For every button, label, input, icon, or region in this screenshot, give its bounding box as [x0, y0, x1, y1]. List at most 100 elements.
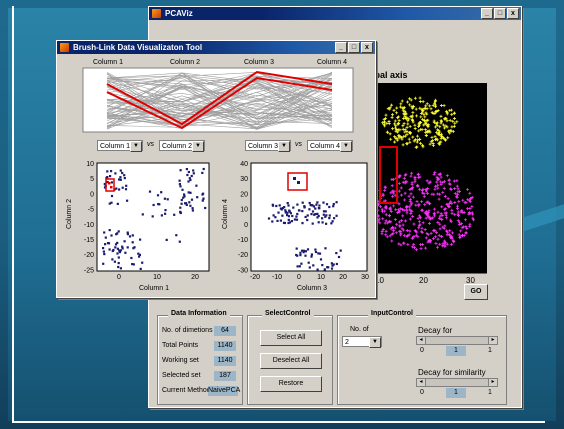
left-x-tick: 20 [191, 274, 199, 281]
scatter-point [178, 183, 181, 186]
scatter-point [295, 247, 298, 250]
left-x-column-value: Column 1 [100, 143, 130, 150]
right-scatter-area [250, 162, 368, 272]
scatter-point [325, 203, 329, 206]
scatter-point [126, 231, 129, 234]
scatter-point [126, 199, 129, 202]
scatter-point [185, 168, 188, 171]
scatter-point [138, 253, 141, 256]
scatter-point [111, 258, 114, 261]
scatter-point [113, 260, 116, 263]
select-all-button[interactable]: Select All [260, 330, 322, 346]
maximize-button[interactable]: □ [348, 42, 360, 53]
brush-link-title: Brush-Link Data Visualizaton Tool [73, 43, 203, 52]
scatter-point [121, 171, 124, 175]
scatter-point [310, 253, 313, 256]
scatter-point [156, 194, 160, 197]
scatter-point [333, 217, 336, 220]
scatter-point [189, 191, 192, 194]
close-button[interactable]: x [507, 8, 519, 19]
minimize-button[interactable]: _ [481, 8, 493, 19]
axis-label-column-4: Column 4 [317, 59, 347, 66]
chevron-down-icon[interactable]: ▼ [369, 337, 381, 348]
scatter-point [297, 209, 301, 212]
deselect-all-button[interactable]: Deselect All [260, 353, 322, 369]
decay-slider[interactable]: ◂ ▸ [416, 336, 498, 345]
data-information-group: Data Information No. of dimetions 64 Total… [157, 310, 243, 405]
scatter-point [296, 254, 299, 257]
scatter-point [106, 176, 109, 179]
scatter-point [114, 172, 117, 175]
scatter-point [190, 174, 193, 178]
left-x-tick: 0 [117, 274, 121, 281]
scatter-point [124, 251, 127, 254]
scatter-point [301, 222, 304, 225]
scatter-point [296, 265, 299, 268]
no-of-select[interactable]: 2 ▼ [342, 336, 382, 348]
slider-left-arrow-icon[interactable]: ◂ [417, 379, 426, 386]
left-y-column-select[interactable]: Column 2 ▼ [159, 140, 205, 152]
scatter-point [139, 267, 142, 270]
right-y-tick: 20 [240, 191, 248, 198]
matlab-logo-icon [60, 43, 69, 52]
brush-link-titlebar[interactable]: Brush-Link Data Visualizaton Tool _ □ x [57, 41, 375, 54]
scatter-point [116, 241, 119, 244]
scatter-point [121, 186, 124, 189]
decay-similarity-slider[interactable]: ◂ ▸ [416, 378, 498, 387]
scatter-point [195, 184, 198, 187]
maximize-button[interactable]: □ [494, 8, 506, 19]
scatter-point [306, 218, 309, 222]
slider-left-arrow-icon[interactable]: ◂ [417, 337, 426, 344]
right-xlabel: Column 3 [297, 285, 327, 292]
scatter-point [115, 187, 118, 190]
chevron-down-icon[interactable]: ▼ [278, 141, 290, 152]
scatter-point [292, 206, 295, 209]
right-ylabel: Column 4 [222, 199, 229, 229]
parallel-coordinates-plot: Column 1 Column 2 Column 3 Column 4 [82, 59, 354, 133]
scatter-point [114, 246, 117, 249]
selected-point [110, 186, 113, 189]
scatter-point [108, 229, 111, 232]
minimize-button[interactable]: _ [335, 42, 347, 53]
scatter-point [190, 198, 194, 201]
scatter-point [117, 265, 120, 269]
chevron-down-icon[interactable]: ▼ [340, 141, 352, 152]
scatter-point [175, 234, 178, 237]
slider-right-arrow-icon[interactable]: ▸ [488, 337, 497, 344]
left-y-tick: 10 [86, 161, 94, 168]
input-control-group: InputControl No. of 2 ▼ Decay for ◂ ▸ 0 … [337, 310, 507, 405]
scatter-point [278, 204, 281, 207]
pcaviz-titlebar[interactable]: PCAViz _ □ x [149, 7, 521, 20]
scatter-point [104, 243, 107, 246]
left-xlabel: Column 1 [139, 285, 169, 292]
scatter-point [284, 209, 287, 212]
go-button[interactable]: GO [464, 284, 488, 300]
scatter-point [307, 261, 310, 264]
scatter-point [300, 262, 303, 265]
scatter-point [325, 214, 328, 217]
right-y-tick: -20 [238, 252, 248, 259]
scatter-point [166, 198, 169, 201]
scatter-point [301, 210, 304, 213]
restore-button[interactable]: Restore [260, 376, 322, 392]
chevron-down-icon[interactable]: ▼ [130, 141, 142, 152]
slider-right-arrow-icon[interactable]: ▸ [488, 379, 497, 386]
right-x-column-select[interactable]: Column 3 ▼ [245, 140, 291, 152]
left-x-column-select[interactable]: Column 1 ▼ [97, 140, 143, 152]
scatter-point [325, 222, 328, 225]
scatter-point [119, 267, 122, 270]
scatter-point [123, 177, 126, 180]
right-y-column-value: Column 4 [310, 143, 340, 150]
data-information-title: Data Information [168, 310, 230, 317]
close-button[interactable]: x [361, 42, 373, 53]
scatter-point [304, 254, 307, 257]
scatter-point [303, 205, 306, 208]
chevron-down-icon[interactable]: ▼ [192, 141, 204, 152]
right-x-tick: -10 [272, 274, 282, 281]
pcaviz-title: PCAViz [165, 9, 193, 18]
scatter-point [291, 214, 294, 218]
scatter-point [103, 231, 106, 234]
right-y-column-select[interactable]: Column 4 ▼ [307, 140, 353, 152]
scatter-point [303, 249, 306, 252]
no-of-label: No. of [350, 326, 369, 333]
